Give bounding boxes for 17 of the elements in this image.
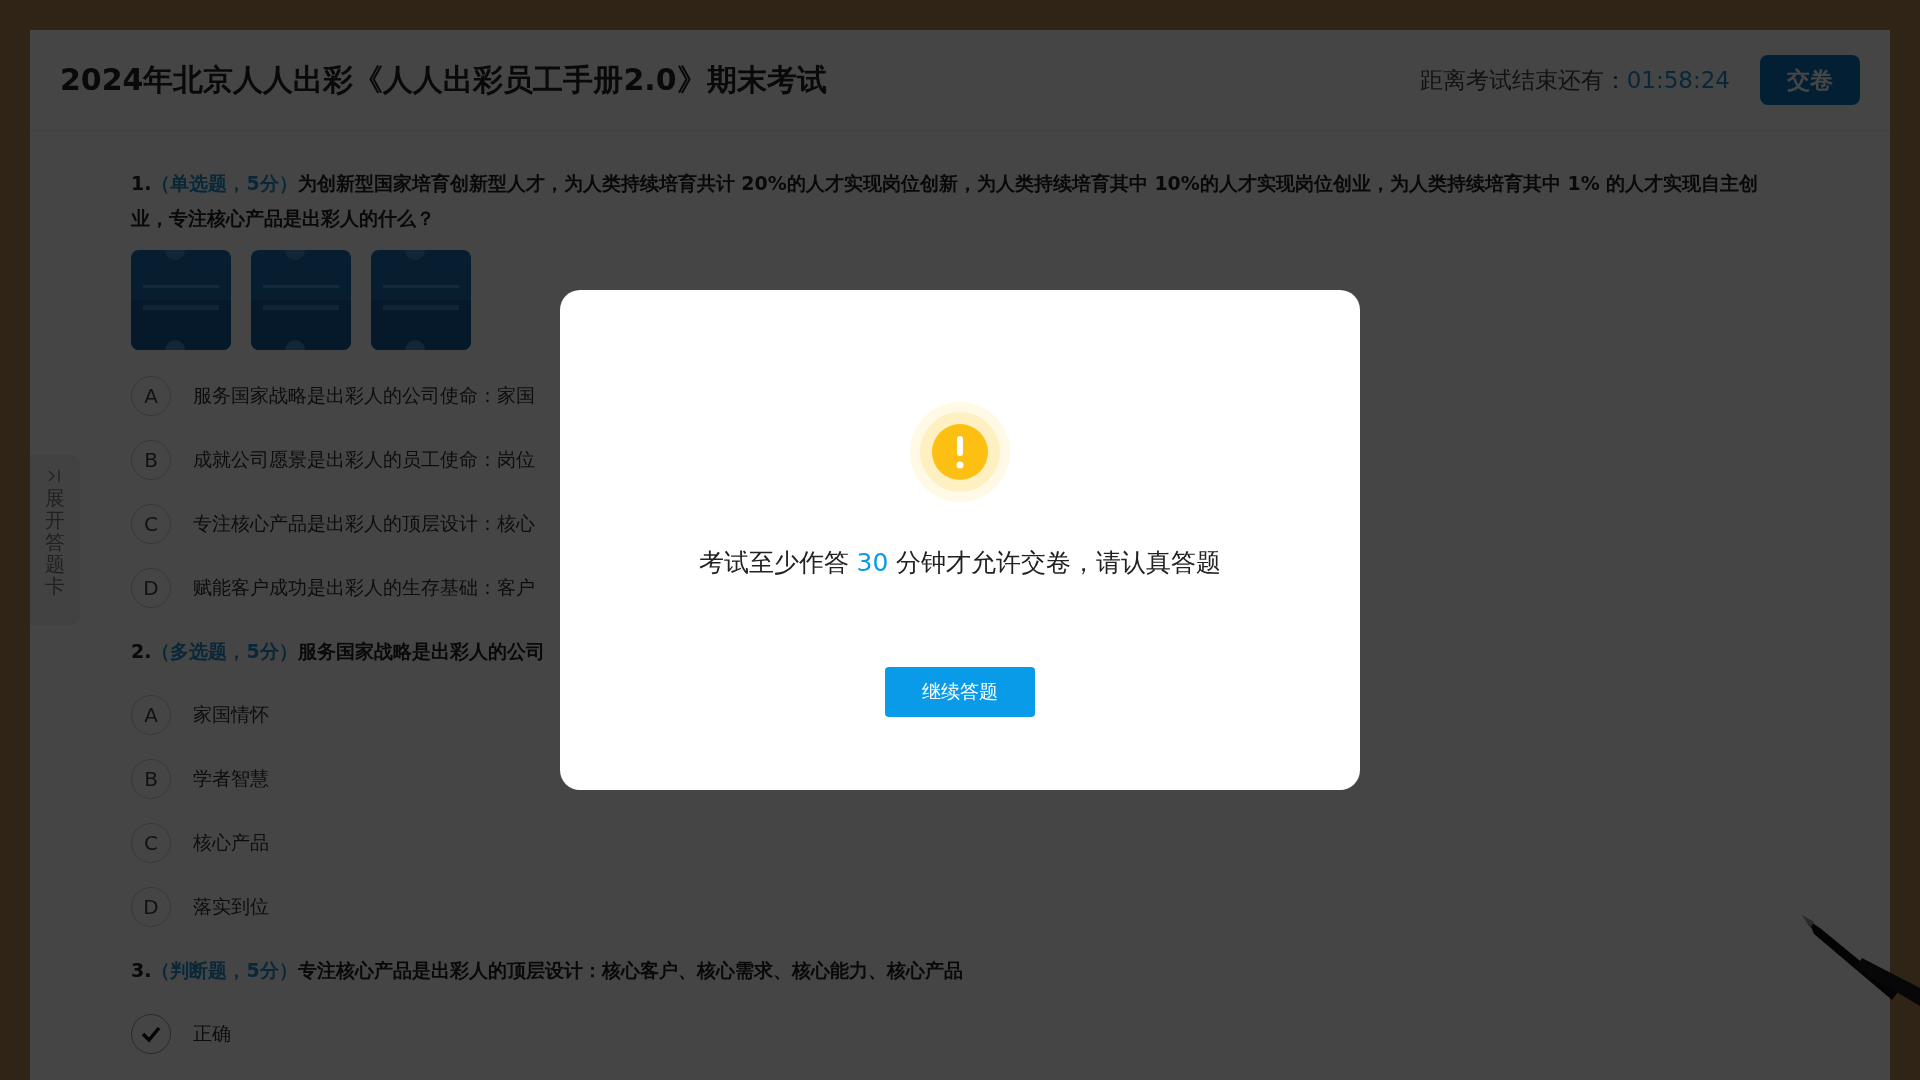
option-text: 落实到位 [193, 894, 269, 919]
option-text: 赋能客户成功是出彩人的生存基础：客户 [193, 575, 535, 600]
question-text: 1.（单选题，5分）为创新型国家培育创新型人才，为人类持续培育共计 20%的人才实现岗位创新，为人类持续培育其中 10%的人才实现岗位创业，为人类持续培育其中 1% 的人才实现自主创业，专注核心产品是出彩人的什么？ [131, 171, 1760, 231]
option-text: 成就公司愿景是出彩人的员工使命：岗位 [193, 447, 535, 472]
option-text: 学者智慧 [193, 766, 269, 791]
continue-button[interactable]: 继续答题 [885, 667, 1035, 717]
exam-title: 2024年北京人人出彩《人人出彩员工手册2.0》期末考试 [60, 60, 827, 99]
option-text: 核心产品 [193, 830, 269, 855]
warning-icon [910, 402, 1010, 502]
question-text: 2.（多选题，5分）服务国家战略是出彩人的公司 [131, 639, 545, 664]
option-text: 正确 [193, 1021, 231, 1046]
question-text: 3.（判断题，5分）专注核心产品是出彩人的顶层设计：核心客户、核心需求、核心能力、核心产品 [131, 958, 963, 983]
option-text: 服务国家战略是出彩人的公司使命：家国 [193, 383, 535, 408]
option-text: 家国情怀 [193, 702, 269, 727]
countdown-timer: 01:58:24 [1626, 67, 1730, 93]
dialog-message: 考试至少作答 30 分钟才允许交卷，请认真答题 [698, 547, 1222, 579]
option-text: 专注核心产品是出彩人的顶层设计：核心 [193, 511, 535, 536]
